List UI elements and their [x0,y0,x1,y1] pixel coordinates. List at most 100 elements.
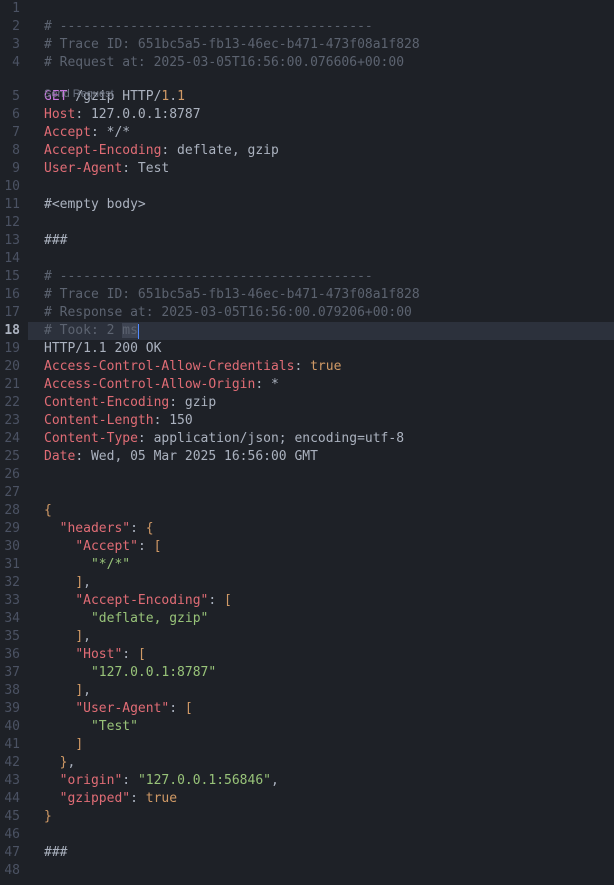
send-request-codelens[interactable]: Send Request [44,86,114,102]
code-line[interactable]: # Trace ID: 651bc5a5-fb13-46ec-b471-473f… [44,286,614,304]
code-line[interactable] [44,0,614,18]
code-line[interactable] [44,484,614,502]
code-line[interactable] [44,214,614,232]
line-number: 27 [0,484,20,502]
code-line[interactable]: #<empty body> [44,196,614,214]
line-number: 48 [0,862,20,880]
comment: # Took: 2 [44,323,122,338]
code-line[interactable]: Date: Wed, 05 Mar 2025 16:56:00 GMT [44,448,614,466]
line-number: 20 [0,358,20,376]
http-header-name: Access-Control-Allow-Credentials [44,359,294,374]
code-line[interactable]: # Took: 2 ms [28,322,614,340]
code-line[interactable]: ### [44,844,614,862]
code-line[interactable]: ], [44,574,614,592]
json-key: "headers" [60,521,130,536]
code-line[interactable]: HTTP/1.1 200 OK [44,340,614,358]
line-number: 6 [0,106,20,124]
http-header-value: Wed, 05 Mar 2025 16:56:00 GMT [83,449,318,464]
json-brace: } [44,809,52,824]
line-number: 1 [0,0,20,18]
code-line[interactable]: } [44,808,614,826]
code-line[interactable]: Content-Length: 150 [44,412,614,430]
line-number: 26 [0,466,20,484]
code-line[interactable]: { [44,502,614,520]
code-line[interactable]: "gzipped": true [44,790,614,808]
json-bracket: ] [75,683,83,698]
comment: # --------------------------------------… [44,19,373,34]
code-line[interactable]: "Accept-Encoding": [ [44,592,614,610]
comment: # Request at: 2025-03-05T16:56:00.076606… [44,55,404,70]
code-line[interactable]: Content-Type: application/json; encoding… [44,430,614,448]
code-line[interactable]: ] [44,736,614,754]
line-number: 12 [0,214,20,232]
code-line[interactable]: Host: 127.0.0.1:8787 [44,106,614,124]
line-number: 34 [0,610,20,628]
comment: # Response at: 2025-03-05T16:56:00.07920… [44,305,412,320]
code-line[interactable]: ], [44,682,614,700]
json-string: "Test" [91,719,138,734]
line-number: 24 [0,430,20,448]
code-line[interactable]: Send RequestGET /gzip HTTP/1.1 [44,88,614,106]
code-line[interactable]: "127.0.0.1:8787" [44,664,614,682]
code-line[interactable]: User-Agent: Test [44,160,614,178]
http-header-name: Content-Encoding [44,395,169,410]
text: #<empty body> [44,197,146,212]
code-line[interactable]: "origin": "127.0.0.1:56846", [44,772,614,790]
code-line[interactable]: Access-Control-Allow-Origin: * [44,376,614,394]
code-area[interactable]: # --------------------------------------… [28,0,614,885]
code-line[interactable]: }, [44,754,614,772]
code-line[interactable]: Access-Control-Allow-Credentials: true [44,358,614,376]
line-number: 38 [0,682,20,700]
code-line[interactable]: "*/*" [44,556,614,574]
line-number: 17 [0,304,20,322]
json-bracket: ] [75,629,83,644]
line-number: 16 [0,286,20,304]
code-line[interactable]: "User-Agent": [ [44,700,614,718]
code-line[interactable] [44,250,614,268]
code-line[interactable]: Accept: */* [44,124,614,142]
code-line[interactable]: "Host": [ [44,646,614,664]
code-line[interactable]: "Accept": [ [44,538,614,556]
code-line[interactable]: "deflate, gzip" [44,610,614,628]
code-line[interactable]: ### [44,232,614,250]
line-number: 29 [0,520,20,538]
http-header-value: 127.0.0.1:8787 [83,107,200,122]
line-number: 7 [0,124,20,142]
http-header-value: application/json; encoding=utf-8 [146,431,404,446]
json-bracket: ] [75,575,83,590]
http-header-value: 150 [161,413,192,428]
code-line[interactable]: Content-Encoding: gzip [44,394,614,412]
json-brace: { [44,503,52,518]
code-line[interactable]: "headers": { [44,520,614,538]
code-line[interactable]: # Response at: 2025-03-05T16:56:00.07920… [44,304,614,322]
line-number: 3 [0,36,20,54]
http-header-name: User-Agent [44,161,122,176]
line-number: 46 [0,826,20,844]
json-bracket: ] [75,737,83,752]
code-line[interactable] [44,862,614,880]
code-line[interactable]: # --------------------------------------… [44,268,614,286]
code-line[interactable]: ], [44,628,614,646]
text-cursor [138,324,139,339]
code-line[interactable]: # Request at: 2025-03-05T16:56:00.076606… [44,54,614,72]
code-line[interactable]: "Test" [44,718,614,736]
line-number: 9 [0,160,20,178]
code-line[interactable] [44,466,614,484]
json-bool: true [146,791,177,806]
json-key: "Accept-Encoding" [75,593,208,608]
line-number: 4 [0,54,20,72]
line-number-gutter: 1234567891011121314151617181920212223242… [0,0,28,885]
line-number: 37 [0,664,20,682]
http-version: HTTP/1.1 [44,341,107,356]
code-line[interactable]: Accept-Encoding: deflate, gzip [44,142,614,160]
code-line[interactable] [44,826,614,844]
http-header-value: Test [130,161,169,176]
code-line[interactable]: # Trace ID: 651bc5a5-fb13-46ec-b471-473f… [44,36,614,54]
json-key: "gzipped" [60,791,130,806]
json-key: "User-Agent" [75,701,169,716]
code-line[interactable] [44,178,614,196]
code-editor[interactable]: 1234567891011121314151617181920212223242… [0,0,614,885]
code-line[interactable]: # --------------------------------------… [44,18,614,36]
http-header-name: Accept [44,125,91,140]
line-number: 25 [0,448,20,466]
